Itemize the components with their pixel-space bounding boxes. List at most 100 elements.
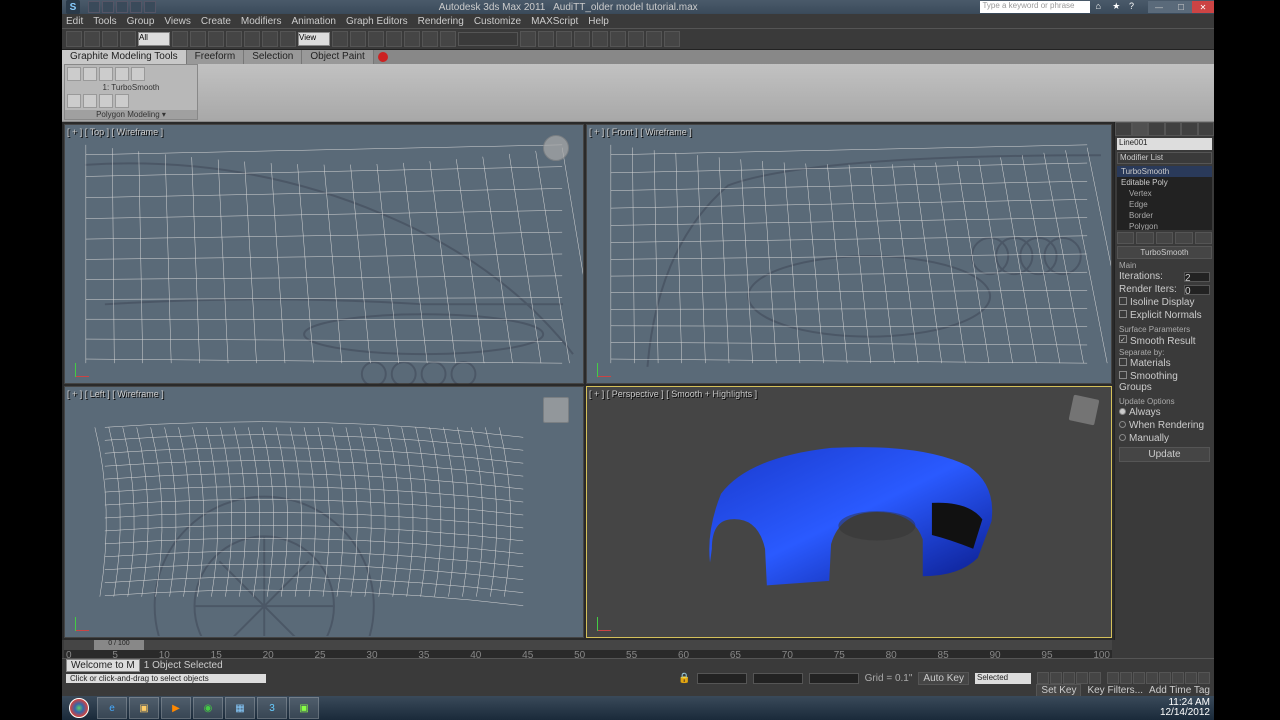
menu-customize[interactable]: Customize (474, 16, 521, 27)
ribbon-tab-selection[interactable]: Selection (244, 50, 302, 64)
cp-tab-modify-icon[interactable] (1132, 122, 1149, 136)
subobj-element-icon[interactable] (131, 67, 145, 81)
select-region-icon[interactable] (208, 31, 224, 47)
menu-group[interactable]: Group (127, 16, 155, 27)
y-coord-input[interactable] (753, 673, 803, 684)
qat-new-icon[interactable] (88, 1, 100, 13)
modifier-stack[interactable]: TurboSmooth Editable Poly Vertex Edge Bo… (1117, 166, 1212, 230)
materials-checkbox[interactable] (1119, 358, 1127, 366)
taskbar-ie-icon[interactable]: e (97, 697, 127, 719)
viewcube-icon[interactable] (1069, 395, 1100, 426)
render-frame-icon[interactable] (646, 31, 662, 47)
menu-edit[interactable]: Edit (66, 16, 83, 27)
window-crossing-icon[interactable] (226, 31, 242, 47)
tray-network-icon[interactable] (1128, 702, 1140, 714)
zoom-extents-all-icon[interactable] (1146, 672, 1158, 684)
stack-subitem[interactable]: Edge (1117, 199, 1212, 210)
autokey-button[interactable]: Auto Key (918, 672, 969, 685)
object-name-input[interactable]: Line001 (1117, 138, 1212, 150)
viewport-perspective[interactable]: [ + ] [ Perspective ] [ Smooth + Highlig… (586, 386, 1112, 638)
stack-item[interactable]: TurboSmooth (1117, 166, 1212, 177)
cp-tab-hierarchy-icon[interactable] (1148, 122, 1165, 136)
maximize-viewport-icon[interactable] (1198, 672, 1210, 684)
schematic-icon[interactable] (592, 31, 608, 47)
ribbon-tab-graphite[interactable]: Graphite Modeling Tools (62, 50, 187, 64)
qat-undo-icon[interactable] (130, 1, 142, 13)
menu-animation[interactable]: Animation (291, 16, 335, 27)
setkey-button[interactable]: Set Key (1036, 684, 1081, 697)
menu-help[interactable]: Help (588, 16, 609, 27)
qat-open-icon[interactable] (102, 1, 114, 13)
tray-flag-icon[interactable] (1112, 702, 1124, 714)
viewport-left[interactable]: [ + ] [ Left ] [ Wireframe ] (64, 386, 584, 638)
viewport-front[interactable]: [ + ] [ Front ] [ Wireframe ] (586, 124, 1112, 384)
viewport-label[interactable]: [ + ] [ Top ] [ Wireframe ] (67, 127, 163, 137)
taskbar-explorer-icon[interactable]: ▣ (129, 697, 159, 719)
cp-tab-utilities-icon[interactable] (1198, 122, 1215, 136)
x-coord-input[interactable] (697, 673, 747, 684)
zoom-icon[interactable] (1107, 672, 1119, 684)
stack-item[interactable]: Editable Poly (1117, 177, 1212, 188)
menu-modifiers[interactable]: Modifiers (241, 16, 282, 27)
qat-save-icon[interactable] (116, 1, 128, 13)
viewcube-icon[interactable] (543, 397, 569, 423)
menu-views[interactable]: Views (164, 16, 191, 27)
taskbar-clock[interactable]: 11:24 AM 12/14/2012 (1160, 698, 1210, 718)
percent-snap-icon[interactable] (404, 31, 420, 47)
viewport-label[interactable]: [ + ] [ Front ] [ Wireframe ] (589, 127, 692, 137)
prev-frame-icon[interactable] (1050, 672, 1062, 684)
pin-stack-icon[interactable] (1117, 232, 1134, 244)
remove-modifier-icon[interactable] (1175, 232, 1192, 244)
undo-icon[interactable] (66, 31, 82, 47)
help-icon[interactable]: ? (1129, 1, 1141, 13)
star-icon[interactable]: ★ (1112, 1, 1124, 13)
spinner-snap-icon[interactable] (422, 31, 438, 47)
select-name-icon[interactable] (190, 31, 206, 47)
fov-icon[interactable] (1159, 672, 1171, 684)
render-icon[interactable] (664, 31, 680, 47)
menu-tools[interactable]: Tools (93, 16, 116, 27)
material-editor-icon[interactable] (610, 31, 626, 47)
manually-radio[interactable] (1119, 434, 1126, 441)
unlink-icon[interactable] (120, 31, 136, 47)
subobj-poly-icon[interactable] (115, 67, 129, 81)
subobj-border-icon[interactable] (99, 67, 113, 81)
nurms-icon[interactable] (99, 94, 113, 108)
selection-filter-select[interactable]: All (138, 32, 170, 46)
explicit-checkbox[interactable] (1119, 310, 1127, 318)
pivot-icon[interactable] (332, 31, 348, 47)
goto-start-icon[interactable] (1037, 672, 1049, 684)
curve-editor-icon[interactable] (574, 31, 590, 47)
subobj-vertex-icon[interactable] (67, 67, 81, 81)
ribbon-panel-label[interactable]: Polygon Modeling ▾ (65, 110, 197, 119)
stack-subitem[interactable]: Polygon (1117, 221, 1212, 230)
maximize-button[interactable]: ☐ (1170, 1, 1192, 13)
modifier-list-select[interactable]: Modifier List (1117, 152, 1212, 164)
angle-snap-icon[interactable] (386, 31, 402, 47)
rotate-icon[interactable] (262, 31, 278, 47)
mirror-icon[interactable] (520, 31, 536, 47)
move-icon[interactable] (244, 31, 260, 47)
when-rendering-radio[interactable] (1119, 421, 1126, 428)
taskbar-chrome-icon[interactable]: ◉ (193, 697, 223, 719)
named-selection-input[interactable] (458, 32, 518, 46)
qat-redo-icon[interactable] (144, 1, 156, 13)
menu-graph-editors[interactable]: Graph Editors (346, 16, 408, 27)
search-input[interactable]: Type a keyword or phrase (980, 1, 1090, 13)
redo-icon[interactable] (84, 31, 100, 47)
select-icon[interactable] (172, 31, 188, 47)
orbit-icon[interactable] (1185, 672, 1197, 684)
show-end-result-icon[interactable] (1136, 232, 1153, 244)
pan-icon[interactable] (1172, 672, 1184, 684)
start-button[interactable] (62, 696, 96, 720)
iterations-spinner[interactable]: 2 (1184, 272, 1210, 282)
addtimetag-button[interactable]: Add Time Tag (1149, 685, 1210, 696)
ribbon-tab-objectpaint[interactable]: Object Paint (302, 50, 373, 64)
scale-icon[interactable] (280, 31, 296, 47)
viewcube-icon[interactable] (543, 135, 569, 161)
cp-tab-display-icon[interactable] (1181, 122, 1198, 136)
play-icon[interactable] (1063, 672, 1075, 684)
keymode-select[interactable]: Selected (975, 673, 1031, 684)
configure-sets-icon[interactable] (1195, 232, 1212, 244)
close-button[interactable]: ✕ (1192, 1, 1214, 13)
